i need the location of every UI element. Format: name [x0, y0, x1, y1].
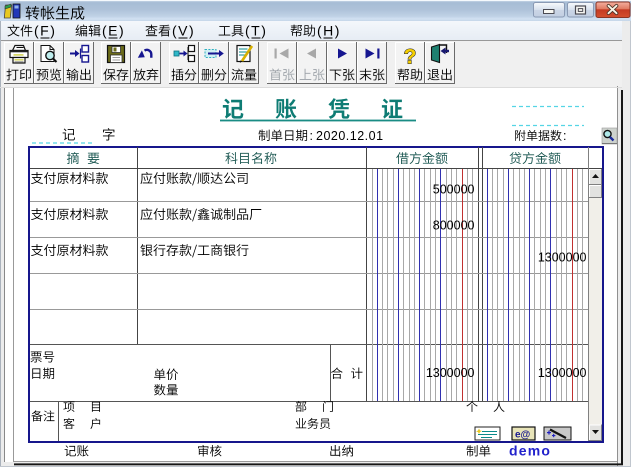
svg-text:demo: demo: [509, 443, 551, 459]
svg-text:1300000: 1300000: [426, 366, 475, 380]
svg-text:2020.12.01: 2020.12.01: [316, 129, 384, 143]
svg-text::: :: [563, 129, 566, 143]
svg-text:(V): (V): [172, 23, 195, 39]
svg-text:(H): (H): [317, 23, 341, 39]
svg-text:(T): (T): [245, 23, 267, 39]
svg-text:(F): (F): [34, 23, 56, 39]
svg-text:1300000: 1300000: [538, 366, 587, 380]
svg-text::: :: [310, 129, 313, 143]
svg-text:e@: e@: [515, 430, 531, 441]
svg-text:1300000: 1300000: [538, 251, 587, 265]
svg-text:800000: 800000: [433, 219, 475, 233]
svg-text:(E): (E): [102, 23, 125, 39]
svg-text:?: ?: [404, 46, 417, 69]
svg-text:500000: 500000: [433, 183, 475, 197]
